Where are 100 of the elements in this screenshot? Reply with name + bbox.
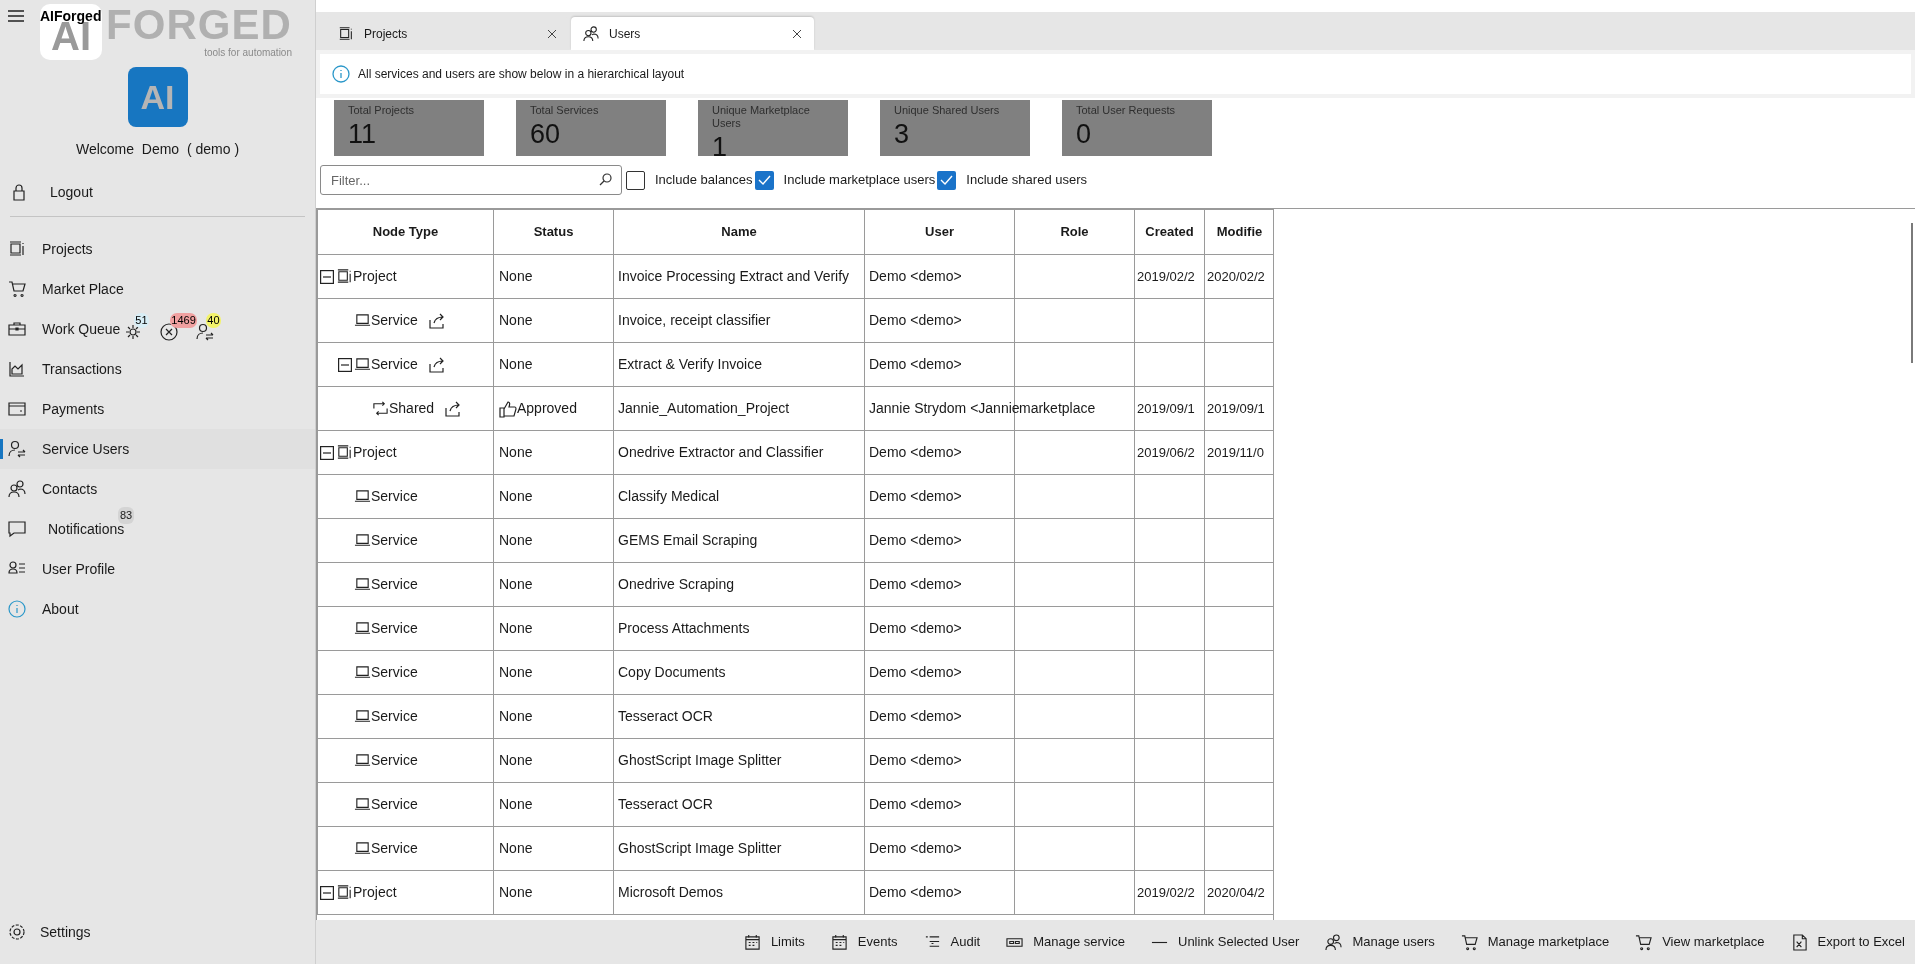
column-header: Role bbox=[1014, 209, 1135, 255]
name-cell: GhostScript Image Splitter bbox=[618, 840, 782, 856]
close-icon[interactable] bbox=[547, 28, 557, 39]
user-cell: Demo <demo> bbox=[869, 532, 962, 548]
cart-icon bbox=[1460, 933, 1478, 951]
node-type: Service bbox=[371, 663, 418, 682]
toolbar-button[interactable]: Export to Excel bbox=[1790, 932, 1905, 952]
count-badge: 1469 bbox=[170, 313, 197, 328]
status-text: Approved bbox=[517, 399, 577, 418]
close-icon[interactable] bbox=[792, 28, 802, 39]
sidebar-item[interactable]: Payments bbox=[0, 389, 315, 429]
toolbar-button[interactable]: Manage service bbox=[1006, 932, 1125, 952]
logout-button[interactable]: Logout bbox=[0, 174, 315, 210]
column-header: User bbox=[864, 209, 1015, 255]
share-icon[interactable] bbox=[427, 311, 446, 330]
share-icon[interactable] bbox=[427, 355, 446, 374]
info-text: All services and users are show below in a hierarchical layout bbox=[358, 66, 685, 83]
laptop-icon bbox=[354, 752, 371, 769]
board-icon bbox=[336, 884, 353, 901]
settings-icon bbox=[8, 923, 26, 941]
chat-bubble-icon bbox=[8, 520, 26, 538]
toolbar-button[interactable]: Limits bbox=[743, 932, 805, 952]
name-cell: Onedrive Extractor and Classifier bbox=[618, 444, 824, 460]
node-type: Service bbox=[371, 619, 418, 638]
people-icon bbox=[8, 480, 26, 498]
app-title: AIForged bbox=[40, 6, 102, 24]
toolbar-button[interactable]: Manage users bbox=[1325, 932, 1435, 952]
scrollbar-thumb[interactable] bbox=[1911, 223, 1913, 363]
card-icon bbox=[8, 400, 26, 418]
name-cell: Copy Documents bbox=[618, 664, 726, 680]
user-cell: Demo <demo> bbox=[869, 884, 962, 900]
status-text: None bbox=[499, 883, 533, 902]
status-text: None bbox=[499, 839, 533, 858]
toolbar-button[interactable]: Unlink Selected User bbox=[1151, 932, 1300, 952]
toolbar-button[interactable]: Events bbox=[830, 932, 898, 952]
user-cell: Demo <demo> bbox=[869, 620, 962, 636]
date-cell: 2020/04/2 bbox=[1207, 884, 1265, 900]
sidebar-item[interactable]: Notifications 83 bbox=[0, 509, 315, 549]
date-cell: 2019/02/2 bbox=[1137, 268, 1195, 284]
collapse-toggle[interactable] bbox=[338, 357, 352, 372]
toolbar-button[interactable]: Audit bbox=[923, 932, 981, 952]
sidebar-item[interactable]: Projects bbox=[0, 229, 315, 269]
checkbox[interactable] bbox=[626, 170, 645, 190]
laptop-icon bbox=[354, 708, 371, 725]
stat-label: Unique Marketplace Users bbox=[712, 104, 811, 130]
laptop-icon bbox=[354, 840, 371, 857]
stat-label: Total Projects bbox=[348, 104, 416, 117]
node-type: Service bbox=[371, 839, 418, 858]
stat-value: 3 bbox=[894, 118, 911, 151]
sidebar-item[interactable]: Service Users bbox=[0, 429, 315, 469]
date-cell: 2019/06/2 bbox=[1137, 444, 1195, 460]
board-icon bbox=[336, 444, 353, 461]
count-badge: 83 bbox=[118, 507, 135, 524]
people-icon bbox=[1325, 933, 1343, 951]
name-cell: Onedrive Scraping bbox=[618, 576, 734, 592]
user-cell: Demo <demo> bbox=[869, 752, 962, 768]
name-cell: GhostScript Image Splitter bbox=[618, 752, 782, 768]
tab[interactable]: Users bbox=[571, 17, 814, 50]
status-text: None bbox=[499, 443, 533, 462]
calendar-icon bbox=[830, 933, 848, 951]
cart-icon bbox=[8, 280, 26, 298]
checkbox-label: Include shared users bbox=[966, 171, 1087, 190]
share-icon[interactable] bbox=[444, 399, 463, 418]
collapse-toggle[interactable] bbox=[320, 445, 334, 460]
name-cell: Invoice, receipt classifier bbox=[618, 312, 771, 328]
node-type: Project bbox=[353, 443, 397, 462]
menu-icon[interactable] bbox=[8, 10, 24, 22]
sidebar-item[interactable]: Contacts bbox=[0, 469, 315, 509]
filter-field[interactable]: Filter... bbox=[320, 165, 622, 195]
checkbox-label: Include marketplace users bbox=[783, 171, 936, 190]
stat-value: 0 bbox=[1076, 118, 1093, 151]
toolbar-button[interactable]: Manage marketplace bbox=[1460, 932, 1610, 952]
laptop-icon bbox=[354, 664, 371, 681]
user-cell: Demo <demo> bbox=[869, 796, 962, 812]
gear-icon bbox=[124, 323, 143, 341]
column-header: Node Type bbox=[317, 209, 494, 255]
status-text: None bbox=[499, 311, 533, 330]
count-badge: 51 bbox=[134, 313, 149, 328]
laptop-icon bbox=[354, 312, 371, 329]
sidebar-item[interactable]: Transactions bbox=[0, 349, 315, 389]
lock-icon bbox=[10, 183, 28, 201]
welcome-text: Welcome Demo ( demo ) bbox=[75, 140, 240, 159]
status-text: None bbox=[499, 575, 533, 594]
checkbox[interactable] bbox=[937, 170, 957, 190]
node-type: Project bbox=[353, 883, 397, 902]
checkbox[interactable] bbox=[754, 170, 774, 190]
stat-value: 11 bbox=[348, 118, 378, 151]
status-text: None bbox=[499, 795, 533, 814]
collapse-toggle[interactable] bbox=[320, 885, 334, 900]
collapse-toggle[interactable] bbox=[320, 269, 334, 284]
sidebar-item[interactable]: Work Queue 51 1469 40 bbox=[0, 309, 315, 349]
logo-tagline: tools for automation bbox=[204, 48, 292, 58]
laptop-icon bbox=[354, 796, 371, 813]
settings-button[interactable]: Settings bbox=[0, 914, 315, 950]
role-cell: marketplace bbox=[1019, 400, 1096, 416]
sidebar-item[interactable]: About bbox=[0, 589, 315, 629]
sidebar-item[interactable]: Market Place bbox=[0, 269, 315, 309]
sidebar-item[interactable]: User Profile bbox=[0, 549, 315, 589]
info-icon bbox=[332, 65, 350, 83]
toolbar-button[interactable]: View marketplace bbox=[1635, 932, 1765, 952]
